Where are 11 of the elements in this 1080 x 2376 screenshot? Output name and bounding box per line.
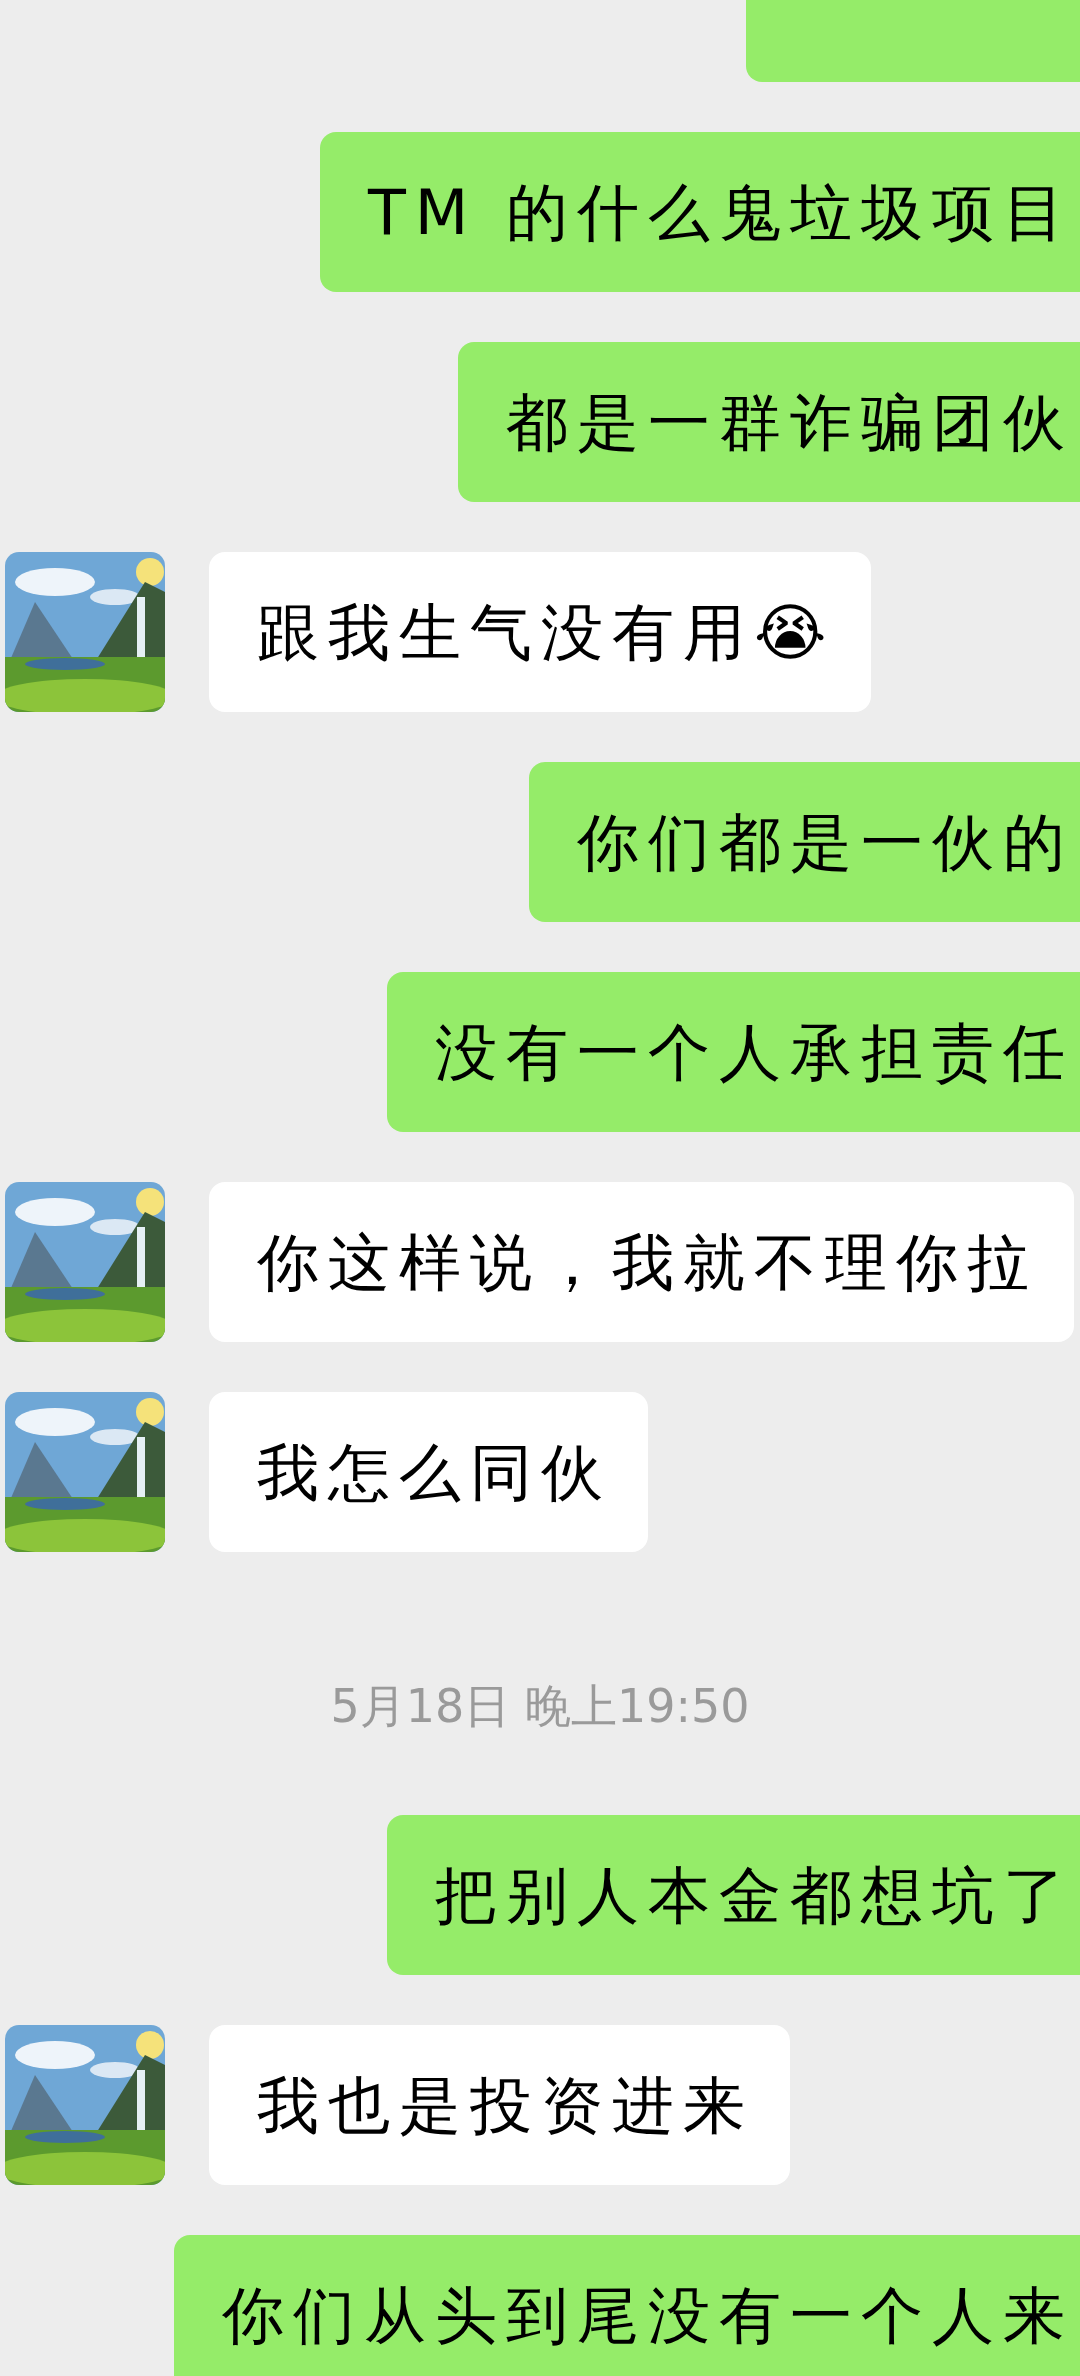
timestamp: 5月18日 晚上19:50 xyxy=(330,1678,750,1735)
message-bubble: TM 的什么鬼垃圾项目 xyxy=(319,132,1080,292)
message-bubble: 跟我生气没有用😭 xyxy=(209,552,872,712)
message-bubble: 你这样说，我就不理你拉 xyxy=(209,1182,1074,1342)
message-bubble: 把别人本金都想坑了 xyxy=(387,1815,1080,1975)
message-bubble: 我怎么同伙 xyxy=(209,1392,648,1552)
message-bubble: 我也是投资进来 xyxy=(209,2025,790,2185)
message-bubble: 你们从头到尾没有一个人来 xyxy=(174,2235,1080,2376)
message-bubble: 都是一群诈骗团伙 xyxy=(458,342,1080,502)
message-bubble: 没有一个人承担责任 xyxy=(387,972,1080,1132)
message-bubble: 你们都是一伙的 xyxy=(529,762,1080,922)
